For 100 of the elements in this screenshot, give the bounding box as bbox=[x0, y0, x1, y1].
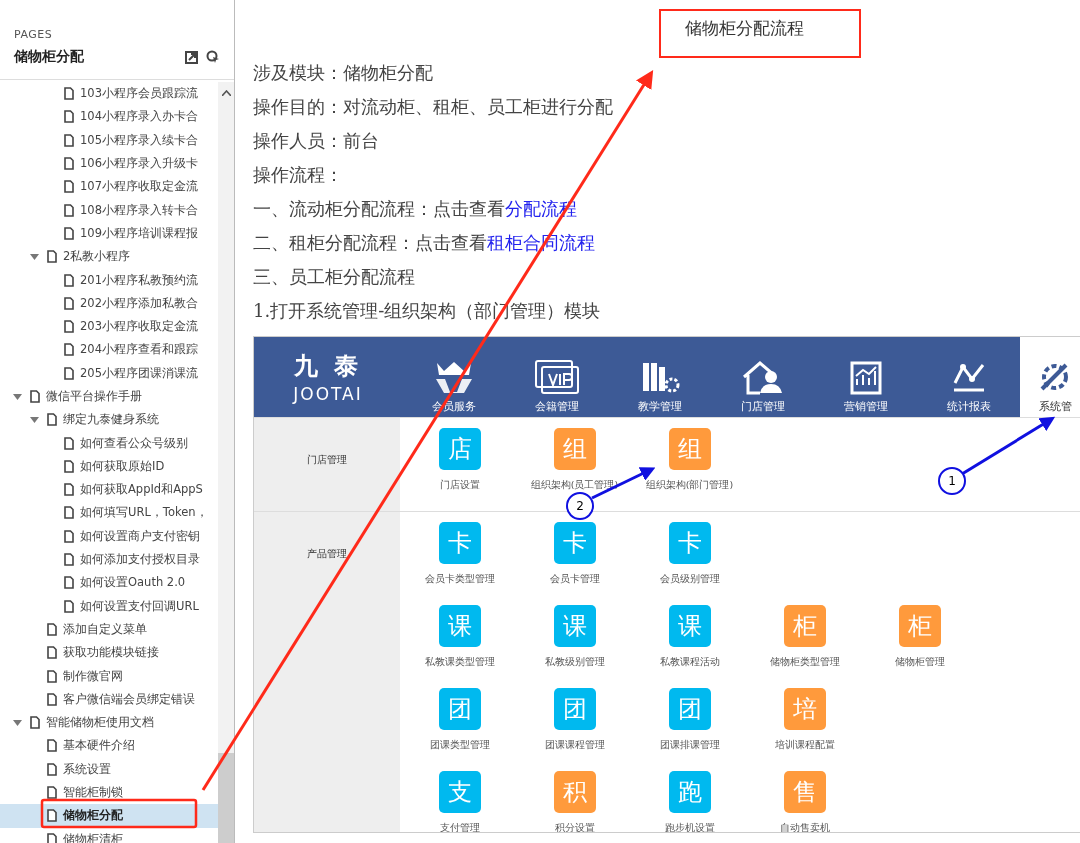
caret-icon[interactable] bbox=[30, 253, 39, 260]
nav-tab[interactable]: 教学管理 bbox=[608, 337, 711, 417]
logo-text: 九 泰 bbox=[293, 351, 363, 382]
tree-item[interactable]: 基本硬件介绍 bbox=[0, 734, 218, 758]
tree-item[interactable]: 109小程序培训课程报 bbox=[0, 221, 218, 246]
nav-tab[interactable]: 系统管 bbox=[1020, 337, 1080, 417]
tree-item[interactable]: 108小程序录入转卡合 bbox=[0, 198, 218, 222]
nav-tab[interactable]: 门店管理 bbox=[711, 337, 814, 417]
tree-item[interactable]: 201小程序私教预约流 bbox=[0, 268, 218, 292]
tree-item[interactable]: 104小程序录入办卡合 bbox=[0, 105, 218, 129]
module-label[interactable]: 会员卡管理 bbox=[549, 573, 600, 586]
document-text: 一、流动柜分配流程：点击查看 bbox=[253, 198, 505, 219]
tree-item[interactable]: 如何查看公众号级别 bbox=[0, 431, 218, 455]
page-icon bbox=[64, 599, 74, 613]
page-icon bbox=[64, 506, 74, 520]
sidebar-title: 储物柜分配 bbox=[14, 48, 85, 66]
module-label[interactable]: 团课排课管理 bbox=[659, 739, 720, 752]
page-icon bbox=[64, 296, 74, 310]
locate-icon[interactable] bbox=[206, 50, 220, 64]
tree-item[interactable]: 如何填写URL，Token， bbox=[0, 501, 218, 525]
tree-item[interactable]: 添加自定义菜单 bbox=[0, 617, 218, 642]
page-icon bbox=[64, 226, 74, 240]
document-title: 储物柜分配流程 bbox=[685, 17, 805, 40]
caret-icon[interactable] bbox=[13, 719, 22, 726]
tree-item[interactable]: 如何获取原始ID bbox=[0, 454, 218, 479]
tree-item[interactable]: 如何设置支付回调URL bbox=[0, 594, 218, 618]
tree-item[interactable]: 如何设置Oauth 2.0 bbox=[0, 571, 218, 595]
tree-item[interactable]: 105小程序录入续卡合 bbox=[0, 128, 218, 152]
tree-item[interactable]: 微信平台操作手册 bbox=[0, 384, 218, 409]
document-text: 三、员工柜分配流程 bbox=[253, 266, 415, 287]
logo-subtitle: JOOTAI bbox=[293, 384, 363, 404]
module-label[interactable]: 团课课程管理 bbox=[544, 739, 605, 752]
scrollbar-thumb[interactable] bbox=[218, 753, 234, 843]
vip-card-icon bbox=[533, 359, 580, 395]
tree-item[interactable]: 106小程序录入升级卡 bbox=[0, 151, 218, 176]
page-icon bbox=[64, 529, 74, 543]
page-icon bbox=[64, 133, 74, 147]
section-label: 产品管理 bbox=[307, 548, 347, 559]
document-text: 涉及模块：储物柜分配 bbox=[253, 62, 433, 83]
tree-item[interactable]: 204小程序查看和跟踪 bbox=[0, 338, 218, 362]
document-text: 操作人员：前台 bbox=[253, 130, 379, 151]
tree-item[interactable]: 203小程序收取定金流 bbox=[0, 314, 218, 339]
document-text: 二、租柜分配流程：点击查看 bbox=[253, 232, 487, 253]
page-icon bbox=[64, 366, 74, 380]
page-icon bbox=[64, 273, 74, 287]
tree-item[interactable]: 智能储物柜使用文档 bbox=[0, 711, 218, 735]
page-icon bbox=[47, 762, 57, 776]
page-icon bbox=[64, 110, 74, 124]
page-icon bbox=[47, 669, 57, 683]
caret-icon[interactable] bbox=[30, 416, 39, 423]
tree-item[interactable]: 客户微信端会员绑定错误 bbox=[0, 687, 218, 711]
module-label[interactable]: 组织架构(部门管理) bbox=[645, 479, 734, 492]
page-icon bbox=[47, 739, 57, 753]
tree-item[interactable]: 如何设置商户支付密钥 bbox=[0, 524, 218, 548]
tree-item[interactable]: 智能柜制锁 bbox=[0, 780, 218, 805]
module-label[interactable]: 积分设置 bbox=[554, 822, 595, 832]
tree-item[interactable]: 202小程序添加私教合 bbox=[0, 291, 218, 315]
module-label[interactable]: 支付管理 bbox=[439, 822, 480, 832]
nav-tab[interactable]: 营销管理 bbox=[814, 337, 917, 417]
page-icon bbox=[64, 320, 74, 334]
module-label[interactable]: 门店设置 bbox=[439, 479, 480, 492]
scrollbar[interactable] bbox=[218, 82, 234, 843]
page-icon bbox=[64, 459, 74, 473]
pages-heading: PAGES bbox=[14, 28, 54, 41]
nav-tab[interactable]: 会籍管理 bbox=[505, 337, 608, 417]
page-icon bbox=[47, 786, 57, 800]
tree-item[interactable]: 获取功能模块链接 bbox=[0, 641, 218, 665]
tree-item[interactable]: 系统设置 bbox=[0, 757, 218, 781]
tree-item[interactable]: 107小程序收取定金流 bbox=[0, 175, 218, 199]
module-label[interactable]: 培训课程配置 bbox=[774, 739, 835, 752]
module-label[interactable]: 跑步机设置 bbox=[664, 822, 715, 832]
page-icon bbox=[64, 553, 74, 567]
page-icon bbox=[47, 250, 57, 264]
external-link-icon[interactable] bbox=[185, 50, 198, 64]
module-label[interactable]: 储物柜管理 bbox=[894, 656, 945, 669]
tree-item[interactable]: 绑定九泰健身系统 bbox=[0, 408, 218, 432]
module-label[interactable]: 私教课程活动 bbox=[659, 656, 720, 669]
tree-item[interactable]: 如何获取AppId和AppS bbox=[0, 478, 218, 502]
page-icon bbox=[47, 622, 57, 636]
scroll-up-icon[interactable] bbox=[221, 90, 231, 96]
tree-item[interactable]: 制作微官网 bbox=[0, 664, 218, 688]
page-icon bbox=[64, 180, 74, 194]
tree-item[interactable]: 储物柜分配 bbox=[0, 804, 218, 828]
module-label[interactable]: 私教课类型管理 bbox=[424, 656, 495, 669]
tree-item[interactable]: 2私教小程序 bbox=[0, 245, 218, 269]
nav-tab[interactable]: 统计报表 bbox=[917, 337, 1020, 417]
page-icon bbox=[64, 576, 74, 590]
module-label[interactable]: 私教级别管理 bbox=[544, 656, 605, 669]
tree-item[interactable]: 103小程序会员跟踪流 bbox=[0, 82, 218, 106]
module-label[interactable]: 自动售卖机 bbox=[779, 822, 830, 832]
module-label[interactable]: 团课类型管理 bbox=[429, 739, 490, 752]
tree-item[interactable]: 205小程序团课消课流 bbox=[0, 361, 218, 385]
module-label[interactable]: 储物柜类型管理 bbox=[769, 656, 840, 669]
page-icon bbox=[64, 87, 74, 101]
tree-item[interactable]: 如何添加支付授权目录 bbox=[0, 547, 218, 572]
module-label[interactable]: 会员卡类型管理 bbox=[424, 573, 495, 586]
caret-icon[interactable] bbox=[13, 393, 22, 400]
page-icon bbox=[47, 646, 57, 660]
module-label[interactable]: 会员级别管理 bbox=[659, 573, 720, 586]
page-icon bbox=[64, 436, 74, 450]
